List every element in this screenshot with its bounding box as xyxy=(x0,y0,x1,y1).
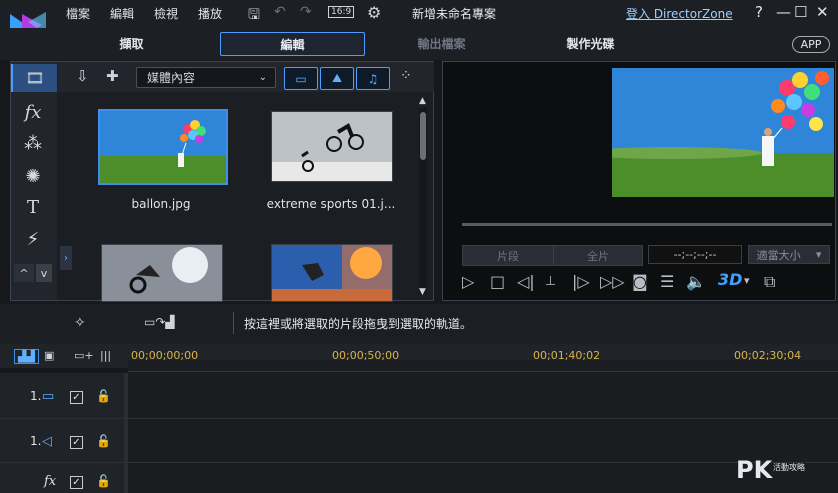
chevron-down-icon: ▾ xyxy=(815,248,822,261)
login-directorzone-link[interactable]: 登入 DirectorZone xyxy=(626,5,733,22)
library-scroll-thumb[interactable] xyxy=(420,112,426,160)
chevron-down-icon: ⌄ xyxy=(258,72,267,83)
play-icon[interactable]: ▷ xyxy=(462,272,474,291)
close-button[interactable]: ✕ xyxy=(816,3,829,21)
media-thumb-balloon[interactable] xyxy=(98,109,228,185)
image-filter-button[interactable]: ⛰ xyxy=(320,67,354,90)
fx-track-icon: fx xyxy=(44,474,57,489)
timeline-view-icon[interactable]: ▟▟ xyxy=(14,349,39,364)
fx-track-lock-icon[interactable]: 🔓 xyxy=(96,474,111,488)
audio-track-number: 1. xyxy=(30,434,42,448)
media-caption: ballon.jpg xyxy=(131,197,191,211)
scroll-down-arrow-icon[interactable]: ▼ xyxy=(419,287,426,297)
library-room-select[interactable]: 媒體內容 ⌄ xyxy=(136,67,276,88)
media-thumb-motocross[interactable] xyxy=(101,244,223,302)
undo-icon[interactable]: ↶ xyxy=(274,4,286,20)
audio-track-enable-checkbox[interactable]: ✓ xyxy=(70,436,83,449)
aspect-ratio-button[interactable]: 16:9 xyxy=(328,6,355,18)
fast-forward-icon[interactable]: ▷▷ xyxy=(600,272,625,291)
settings-gear-icon[interactable]: ⚙ xyxy=(367,3,381,22)
maximize-button[interactable]: ☐ xyxy=(794,3,807,21)
3d-mode-button[interactable]: 3D xyxy=(718,270,742,289)
track-separator xyxy=(0,462,838,463)
minimize-button[interactable]: — xyxy=(776,3,791,21)
volume-icon[interactable]: 🔈 xyxy=(686,272,706,291)
fit-project-icon[interactable]: ▭+ xyxy=(74,349,94,362)
view-options-icon[interactable]: ⁘ xyxy=(400,68,412,84)
menu-edit[interactable]: 編輯 xyxy=(110,5,134,22)
video-track-icon: ▭ xyxy=(42,389,55,404)
3d-dropdown-icon[interactable]: ▾ xyxy=(744,274,750,287)
watermark-logo: PK xyxy=(736,456,773,484)
media-room-icon[interactable]: 🎞 xyxy=(11,64,57,92)
movie-mode-button[interactable]: 全片 xyxy=(553,245,643,266)
media-thumb-extreme-sports[interactable] xyxy=(271,111,393,182)
audio-track-icon: ◁ xyxy=(42,434,52,449)
clip-mode-button[interactable]: 片段 xyxy=(462,245,554,266)
expand-panel-button[interactable]: › xyxy=(60,246,72,270)
transition-room-icon[interactable]: ⚡ xyxy=(11,225,55,253)
stop-icon[interactable]: □ xyxy=(490,272,505,291)
audio-track-lock-icon[interactable]: 🔓 xyxy=(96,434,111,448)
tab-produce[interactable]: 輸出檔案 xyxy=(370,32,513,54)
magic-tool-icon[interactable]: ✧ xyxy=(74,315,86,331)
scroll-up-arrow-icon[interactable]: ▲ xyxy=(419,96,426,106)
title-room-icon[interactable]: T xyxy=(11,193,55,221)
subtitle-icon[interactable]: ☰ xyxy=(660,272,674,291)
scroll-up-icon[interactable]: ^ xyxy=(14,264,34,282)
preview-size-select[interactable]: 適當大小 ▾ xyxy=(748,245,830,264)
tab-capture[interactable]: 擷取 xyxy=(60,32,203,54)
menu-play[interactable]: 播放 xyxy=(198,5,222,22)
split-icon[interactable]: ⊥ xyxy=(545,274,556,289)
audio-filter-button[interactable]: ♫ xyxy=(356,67,390,90)
preview-image xyxy=(612,68,834,197)
video-track-number: 1. xyxy=(30,389,42,403)
timeline-ruler[interactable] xyxy=(128,360,838,372)
project-title: 新增未命名專案 xyxy=(412,7,497,21)
undock-preview-icon[interactable]: ⧉ xyxy=(764,272,775,292)
previous-frame-icon[interactable]: ◁| xyxy=(517,272,535,291)
video-track-lock-icon[interactable]: 🔓 xyxy=(96,389,111,403)
video-filter-button[interactable]: ▭ xyxy=(284,67,318,90)
menu-file[interactable]: 檔案 xyxy=(66,5,90,22)
room-select-label: 媒體內容 xyxy=(147,71,196,85)
particle-room-icon[interactable]: ✺ xyxy=(11,162,55,190)
drag-to-track-icon: ▭↷▟ xyxy=(144,315,175,329)
tab-edit[interactable]: 編輯 xyxy=(220,32,365,56)
help-button[interactable]: ? xyxy=(755,3,763,21)
tab-create-disc[interactable]: 製作光碟 xyxy=(519,32,662,54)
watermark-subtext: 活動攻略 xyxy=(773,463,805,472)
drag-hint-text: 按這裡或將選取的片段拖曳到選取的軌道。 xyxy=(244,317,473,331)
track-divider xyxy=(124,373,128,493)
timecode-display: --;--;--;-- xyxy=(648,245,742,264)
zoom-timeline-icon[interactable]: ||| xyxy=(100,349,111,362)
media-thumb-skateboard[interactable] xyxy=(271,244,393,302)
pip-room-icon[interactable]: ⁂ xyxy=(11,129,55,157)
menu-view[interactable]: 檢視 xyxy=(154,5,178,22)
track-separator xyxy=(0,418,838,419)
video-track-enable-checkbox[interactable]: ✓ xyxy=(70,391,83,404)
fx-room-icon[interactable]: fx xyxy=(11,98,55,126)
snapshot-camera-icon[interactable]: ◙ xyxy=(632,272,648,291)
next-frame-icon[interactable]: |▷ xyxy=(572,272,590,291)
scroll-down-icon[interactable]: v xyxy=(36,264,52,282)
plugin-icon[interactable]: ✚ xyxy=(106,67,119,85)
fx-track-enable-checkbox[interactable]: ✓ xyxy=(70,476,83,489)
toolbar-divider xyxy=(233,312,234,334)
storyboard-view-icon[interactable]: ▣ xyxy=(44,349,54,362)
import-media-icon[interactable]: ⇩ xyxy=(76,67,89,85)
preview-size-label: 適當大小 xyxy=(756,248,801,262)
save-icon[interactable]: 🖫 xyxy=(248,4,260,28)
redo-icon[interactable]: ↷ xyxy=(300,4,312,20)
app-button[interactable]: APP xyxy=(792,36,830,53)
media-caption: extreme sports 01.j... xyxy=(266,197,396,211)
preview-scrubber[interactable] xyxy=(462,223,832,226)
